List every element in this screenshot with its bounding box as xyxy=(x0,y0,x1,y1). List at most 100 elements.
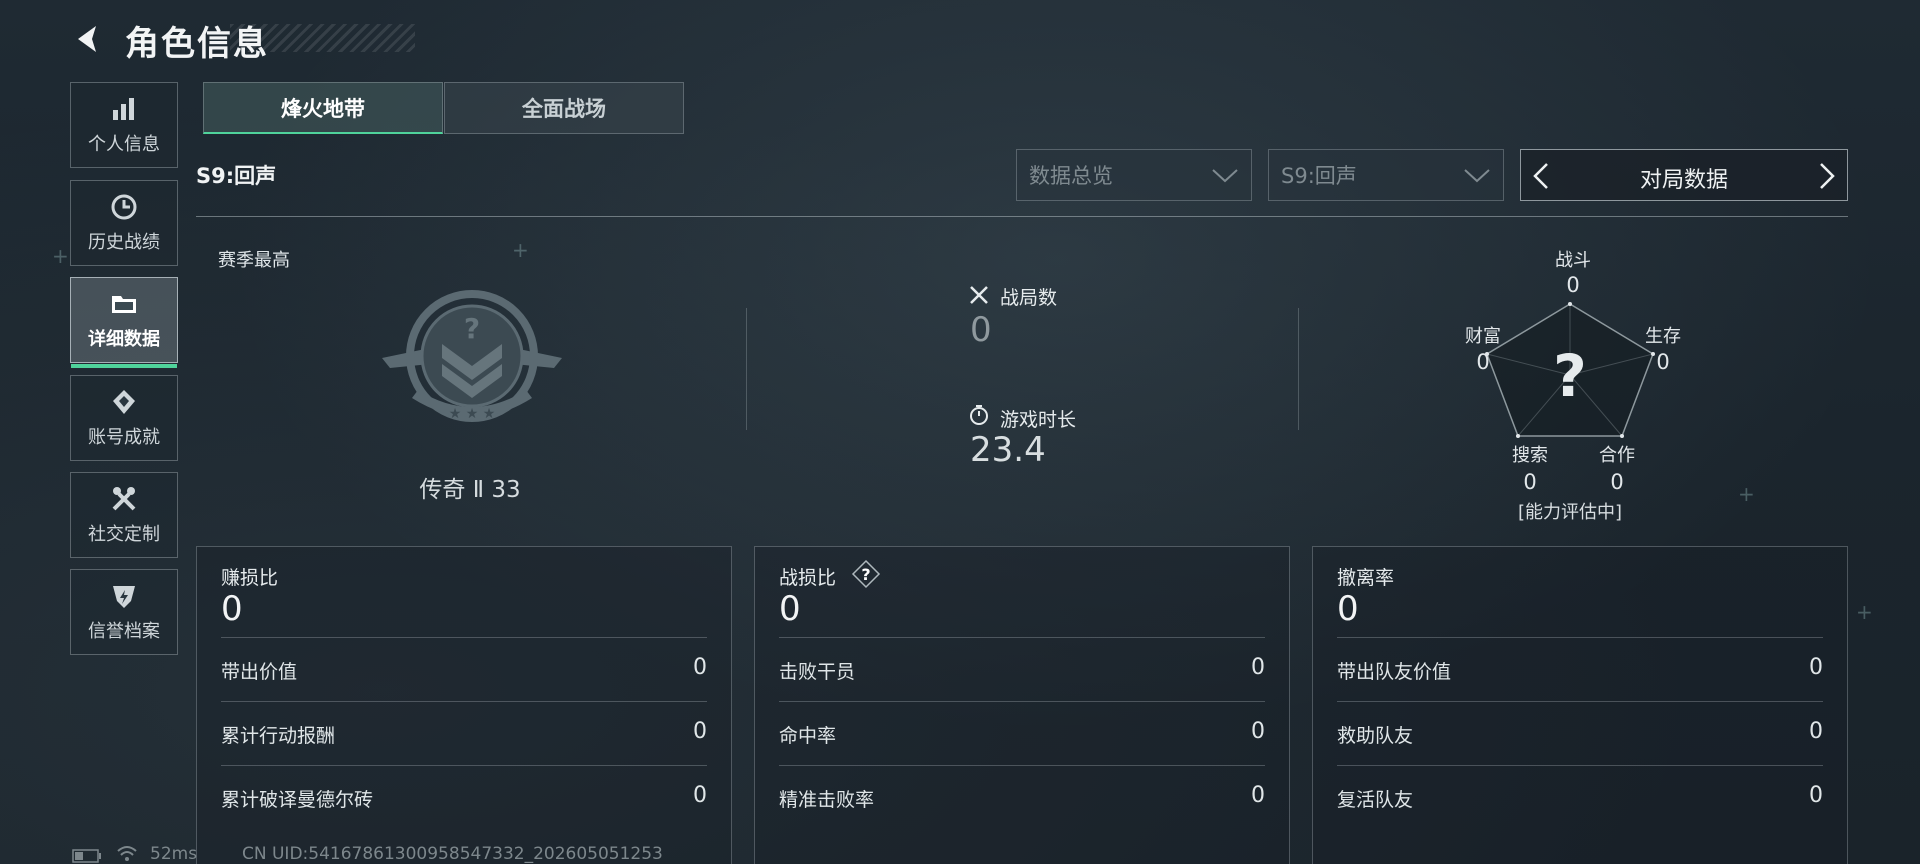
radar-label-combat: 战斗 xyxy=(1555,250,1591,271)
mode-switch-label: 对局数据 xyxy=(1639,168,1728,193)
stat-row: 救助队友 0 xyxy=(1337,701,1823,766)
achievement-icon xyxy=(113,390,135,414)
help-mark: ? xyxy=(861,565,870,584)
stat-row: 复活队友 0 xyxy=(1337,765,1823,830)
stat-value: 0 xyxy=(693,655,707,680)
tools-icon xyxy=(112,487,136,511)
rank-text: 传奇 Ⅱ 33 xyxy=(419,477,521,503)
playtime-label: 游戏时长 xyxy=(1000,409,1077,431)
sidebar-item-reputation[interactable]: 信誉档案 xyxy=(70,569,178,655)
panel-title: 撤离率 xyxy=(1337,567,1395,589)
radar-label-wealth: 财富 xyxy=(1465,326,1501,347)
panel-title: 赚损比 xyxy=(221,567,279,589)
radar-value-combat: 0 xyxy=(1566,273,1580,297)
chevron-down-icon xyxy=(1212,169,1238,183)
stat-label: 击败干员 xyxy=(779,661,856,683)
playtime-value: 23.4 xyxy=(970,430,1046,470)
latency-indicator: 52ms xyxy=(150,844,198,864)
profit-loss-panel: 赚损比 0 带出价值 0 累计行动报酬 0 累计破译曼德尔砖 0 xyxy=(196,546,732,864)
data-type-dropdown[interactable]: 数据总览 xyxy=(1016,149,1252,201)
chevron-right-icon[interactable] xyxy=(1817,162,1837,190)
radar-label-teamwork: 合作 xyxy=(1599,445,1635,466)
stat-value: 0 xyxy=(1809,783,1823,808)
sidebar-item-label: 详细数据 xyxy=(88,329,160,350)
radar-status: [能力评估中] xyxy=(1517,502,1623,523)
crosshair-decoration: + xyxy=(52,244,69,268)
battery-icon xyxy=(72,849,101,863)
crosshair-decoration: + xyxy=(1738,482,1755,506)
crosshair-decoration: + xyxy=(1856,600,1873,624)
radar-value-search: 0 xyxy=(1523,470,1537,494)
tab-battlefield[interactable]: 全面战场 xyxy=(444,82,684,134)
season-best-label: 赛季最高 xyxy=(218,250,290,271)
rank-emblem-icon: ? ★ ★ ★ xyxy=(382,290,562,422)
stat-value: 0 xyxy=(1251,783,1265,808)
panel-title: 战损比 xyxy=(779,567,837,589)
radar-label-search: 搜索 xyxy=(1512,445,1548,466)
divider xyxy=(196,216,1848,217)
panel-value: 0 xyxy=(221,589,243,629)
season-label: S9:回声 xyxy=(196,164,277,188)
shield-icon xyxy=(113,586,135,608)
history-icon xyxy=(111,194,137,220)
sidebar-item-label: 社交定制 xyxy=(88,524,160,545)
stat-row: 累计破译曼德尔砖 0 xyxy=(221,765,707,830)
stat-row: 精准击败率 0 xyxy=(779,765,1265,830)
stat-label: 精准击败率 xyxy=(779,789,875,811)
radar-value-wealth: 0 xyxy=(1476,350,1490,374)
crossed-swords-icon xyxy=(970,286,988,304)
help-icon[interactable]: ? xyxy=(851,559,881,589)
back-arrow-icon[interactable] xyxy=(70,22,104,56)
divider xyxy=(746,308,747,430)
matches-label: 战局数 xyxy=(1000,287,1058,309)
stat-label: 累计破译曼德尔砖 xyxy=(221,789,374,811)
stat-label: 带出价值 xyxy=(221,661,298,683)
stat-row: 带出价值 0 xyxy=(221,637,707,702)
tab-operations[interactable]: 烽火地带 xyxy=(203,82,443,134)
season-dropdown[interactable]: S9:回声 xyxy=(1268,149,1504,201)
panel-value: 0 xyxy=(779,589,801,629)
radar-center-mark: ? xyxy=(1553,342,1587,410)
radar-value-survival: 0 xyxy=(1656,350,1670,374)
stat-label: 带出队友价值 xyxy=(1337,661,1452,683)
stat-value: 0 xyxy=(693,719,707,744)
crosshair-decoration: + xyxy=(512,238,529,262)
folder-icon xyxy=(112,296,136,313)
kill-death-panel: 战损比 ? 0 击败干员 0 命中率 0 精准击败率 0 xyxy=(754,546,1290,864)
sidebar-item-social[interactable]: 社交定制 xyxy=(70,472,178,558)
sidebar-item-label: 个人信息 xyxy=(88,134,160,155)
sidebar-item-label: 信誉档案 xyxy=(88,621,160,642)
sidebar-item-profile[interactable]: 个人信息 xyxy=(70,82,178,168)
stat-label: 复活队友 xyxy=(1337,789,1414,811)
stat-row: 累计行动报酬 0 xyxy=(221,701,707,766)
stopwatch-icon xyxy=(970,405,988,425)
svg-text:?: ? xyxy=(464,312,480,345)
stat-row: 击败干员 0 xyxy=(779,637,1265,702)
sidebar-item-label: 历史战绩 xyxy=(88,232,160,253)
dropdown-value: 数据总览 xyxy=(1029,164,1113,188)
title-decoration xyxy=(230,24,415,52)
stat-label: 命中率 xyxy=(779,725,837,747)
stat-value: 0 xyxy=(1251,719,1265,744)
extraction-panel: 撤离率 0 带出队友价值 0 救助队友 0 复活队友 0 xyxy=(1312,546,1848,864)
stat-label: 救助队友 xyxy=(1337,725,1414,747)
stat-value: 0 xyxy=(1809,719,1823,744)
sidebar-item-label: 账号成就 xyxy=(88,427,160,448)
stat-value: 0 xyxy=(693,783,707,808)
sidebar-item-history[interactable]: 历史战绩 xyxy=(70,180,178,266)
sidebar-item-details[interactable]: 详细数据 xyxy=(70,277,178,368)
sidebar-item-achievements[interactable]: 账号成就 xyxy=(70,375,178,461)
radar-value-teamwork: 0 xyxy=(1610,470,1624,494)
matches-value: 0 xyxy=(970,310,992,350)
stat-value: 0 xyxy=(1809,655,1823,680)
chevron-down-icon xyxy=(1464,169,1490,183)
stat-row: 带出队友价值 0 xyxy=(1337,637,1823,702)
svg-text:★ ★ ★: ★ ★ ★ xyxy=(449,406,496,422)
dropdown-value: S9:回声 xyxy=(1281,164,1357,188)
radar-label-survival: 生存 xyxy=(1645,326,1681,347)
user-uid: CN UID:54167861300958547332_202605051253 xyxy=(242,844,663,864)
stat-value: 0 xyxy=(1251,655,1265,680)
panel-value: 0 xyxy=(1337,589,1359,629)
stat-row: 命中率 0 xyxy=(779,701,1265,766)
divider xyxy=(1298,308,1299,430)
